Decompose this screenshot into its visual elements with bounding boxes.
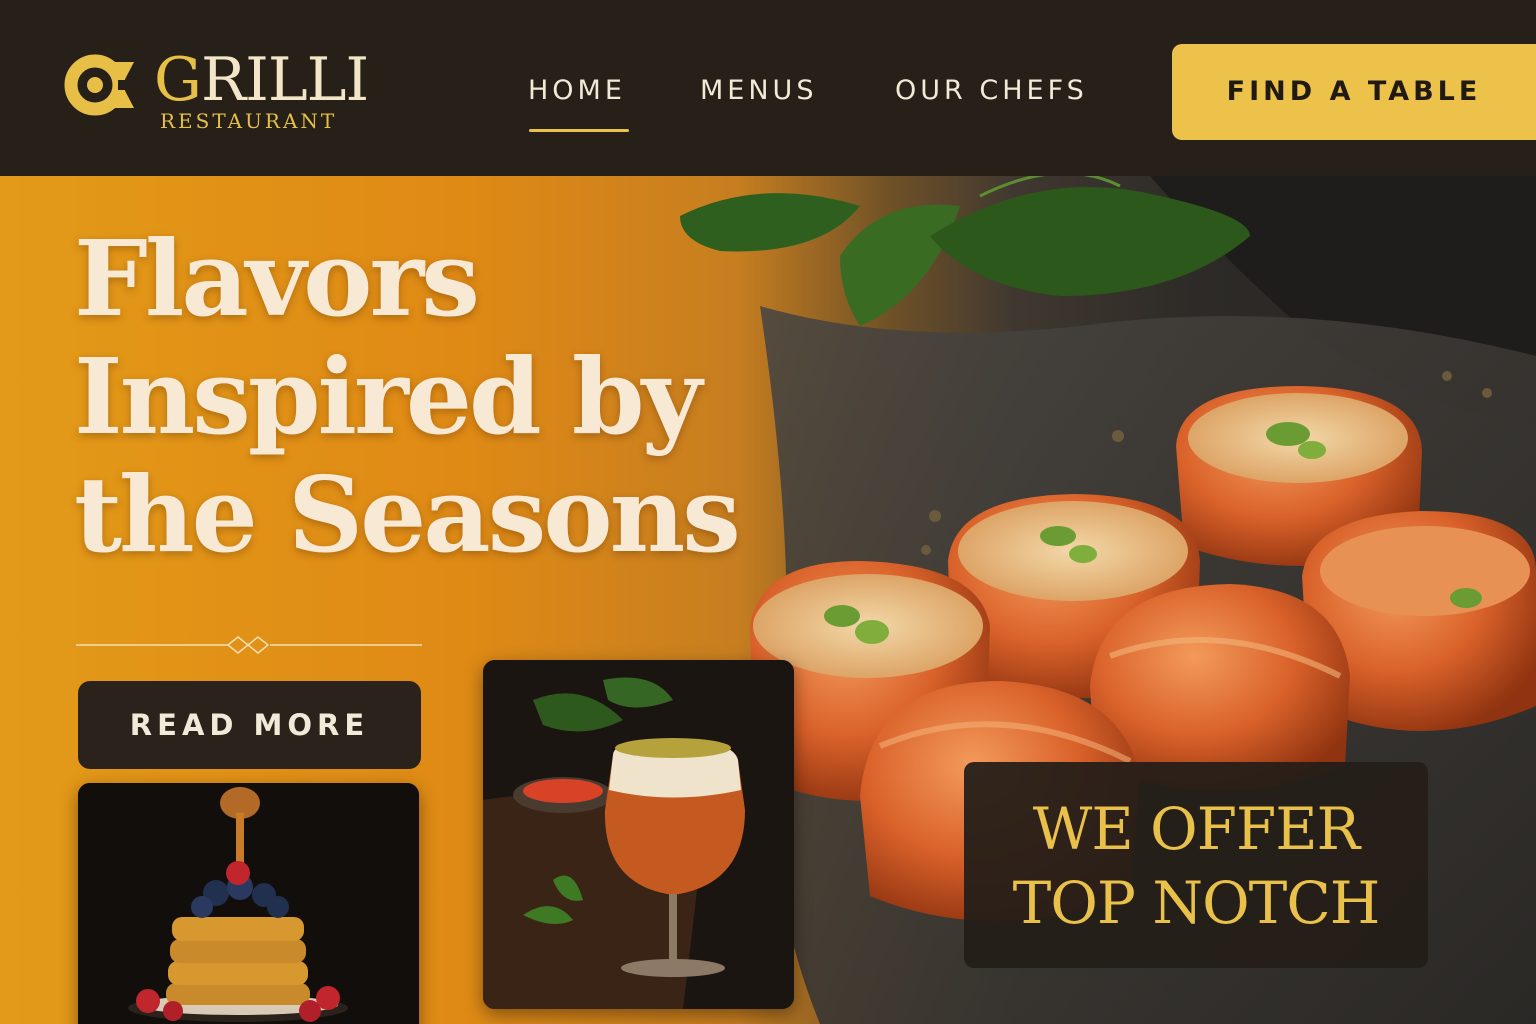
offer-line-2: TOP NOTCH [1012, 869, 1381, 937]
offer-banner: WE OFFER TOP NOTCH [964, 762, 1428, 968]
hero-headline: Flavors Inspired by the Seasons [74, 220, 794, 574]
nav-home-link[interactable]: HOME [528, 74, 626, 108]
cocktail-image-card[interactable] [483, 660, 794, 1009]
logo-mark-icon [64, 54, 134, 116]
headline-line-3: the Seasons [74, 453, 741, 576]
read-more-button[interactable]: READ MORE [78, 681, 421, 769]
offer-line-1: WE OFFER [1032, 795, 1360, 863]
ornamental-divider-icon [76, 636, 422, 654]
brand-logo[interactable]: GRILLI RESTAURANT [64, 48, 384, 138]
pancake-image-card[interactable] [78, 783, 419, 1024]
nav-menus-link[interactable]: MENUS [700, 74, 817, 108]
pancake-stack-photo [78, 783, 419, 1024]
nav-active-indicator [529, 129, 629, 132]
find-a-table-button[interactable]: FIND A TABLE [1172, 44, 1536, 140]
nav-our-chefs-link[interactable]: OUR CHEFS [895, 74, 1088, 108]
headline-line-2: Inspired by [74, 335, 702, 458]
hero-section: Flavors Inspired by the Seasons READ MOR… [0, 176, 1536, 1024]
headline-line-1: Flavors [74, 217, 480, 340]
brand-name-rest: RILLI [200, 45, 369, 115]
cocktail-glass-photo [483, 660, 794, 1009]
brand-initial: G [154, 45, 202, 115]
brand-name: GRILLI [154, 45, 369, 115]
site-header: GRILLI RESTAURANT HOME MENUS OUR CHEFS F… [0, 0, 1536, 176]
brand-subtitle: RESTAURANT [160, 109, 338, 133]
